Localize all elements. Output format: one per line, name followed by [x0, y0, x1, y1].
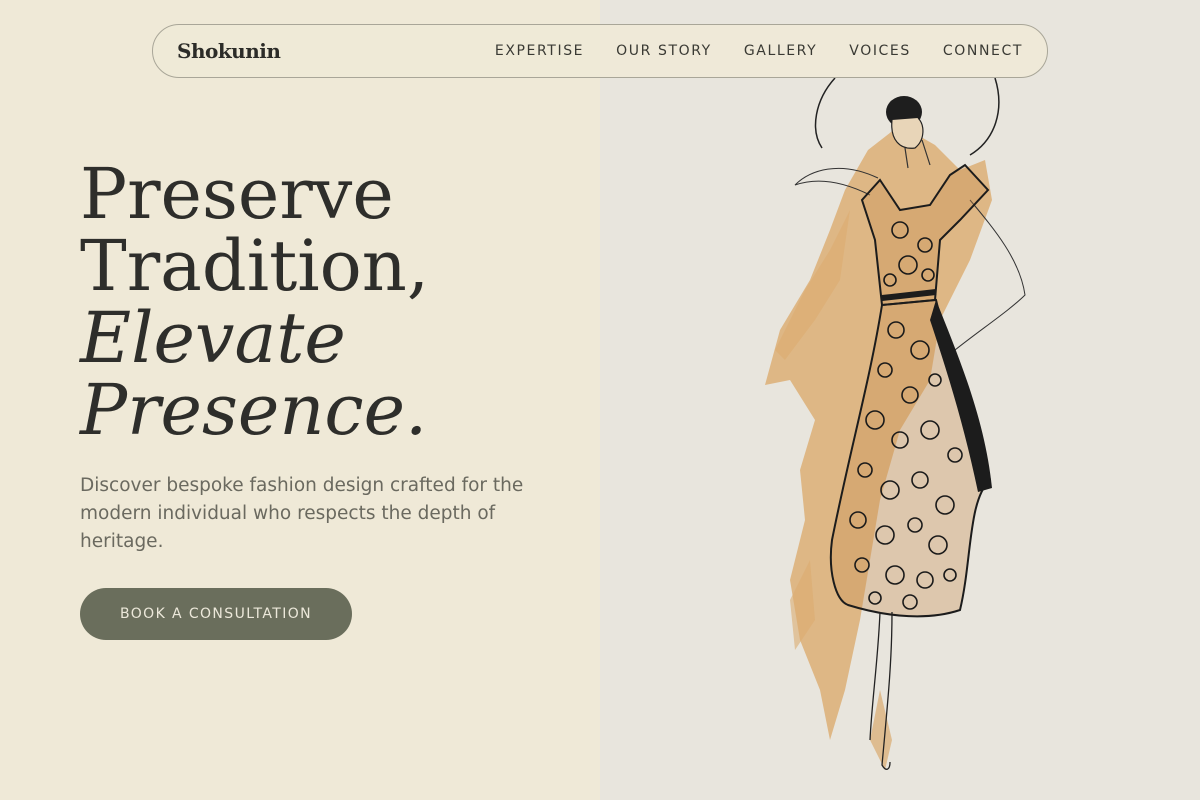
hero-title: Preserve Tradition, Elevate Presence.	[80, 158, 600, 446]
nav-links: EXPERTISE OUR STORY GALLERY VOICES CONNE…	[495, 43, 1023, 59]
nav-link-gallery[interactable]: GALLERY	[744, 43, 817, 59]
hero-image-panel	[600, 0, 1200, 800]
nav-link-our-story[interactable]: OUR STORY	[616, 43, 712, 59]
brand-logo[interactable]: Shokunin	[177, 39, 281, 63]
hero-title-line: Tradition,	[80, 225, 430, 307]
fashion-sketch-illustration	[765, 77, 1026, 770]
book-consultation-button[interactable]: BOOK A CONSULTATION	[80, 588, 352, 640]
nav-link-connect[interactable]: CONNECT	[943, 43, 1023, 59]
hero-title-line-italic: Presence.	[80, 369, 428, 451]
hero-description: Discover bespoke fashion design crafted …	[80, 475, 524, 552]
hero-title-line-italic: Elevate	[80, 297, 346, 379]
nav-link-expertise[interactable]: EXPERTISE	[495, 43, 584, 59]
top-navigation-bar: Shokunin EXPERTISE OUR STORY GALLERY VOI…	[152, 24, 1048, 78]
nav-link-voices[interactable]: VOICES	[849, 43, 911, 59]
hero-title-line: Preserve	[80, 153, 394, 235]
